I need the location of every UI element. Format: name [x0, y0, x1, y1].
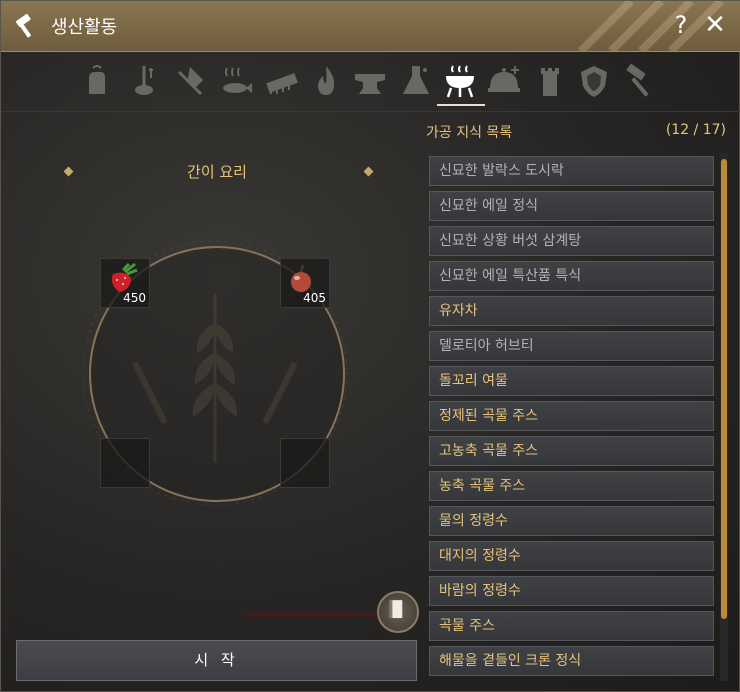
alchemy-tower-tab[interactable]: [531, 62, 569, 100]
list-item[interactable]: 델로티아 허브티: [429, 331, 714, 361]
list-item[interactable]: 신묘한 에일 정식: [429, 191, 714, 221]
material-slot-3[interactable]: [100, 438, 150, 488]
list-item[interactable]: 대지의 정령수: [429, 541, 714, 571]
recipe-panel: 간이 요리 450 405 시 작: [15, 113, 419, 683]
active-tab-indicator: [437, 104, 485, 106]
steam-fish-icon: [223, 67, 252, 93]
material-slot-2[interactable]: 405: [280, 258, 330, 308]
quantity-slider[interactable]: [243, 611, 383, 617]
simple-cooking-tab[interactable]: [441, 62, 479, 100]
list-item[interactable]: 정제된 곡물 주스: [429, 401, 714, 431]
hammer-icon: [626, 63, 649, 97]
glove-icon: [89, 65, 105, 94]
brush-icon: [266, 73, 298, 94]
strawberry-icon: [111, 262, 138, 292]
material-count-2: 405: [303, 291, 326, 305]
tower-icon: [541, 68, 559, 96]
guild-tab[interactable]: [575, 62, 613, 100]
category-tabs: [1, 56, 740, 108]
list-item[interactable]: 신묘한 발락스 도시락: [429, 156, 714, 186]
gathering-tab[interactable]: [77, 62, 115, 100]
fishing-rod-icon: [135, 66, 153, 95]
list-item[interactable]: 곡물 주스: [429, 611, 714, 641]
list-item[interactable]: 돌꼬리 여물: [429, 366, 714, 396]
book-icon: [389, 600, 403, 619]
recipe-title: 간이 요리: [187, 163, 247, 181]
list-item[interactable]: 농축 곡물 주스: [429, 471, 714, 501]
material-slot-1[interactable]: 450: [100, 258, 150, 308]
knowledge-list: 신묘한 발락스 도시락 신묘한 에일 정식 신묘한 상황 버섯 삼계탕 신묘한 …: [426, 153, 718, 681]
window-title: 생산활동: [51, 17, 118, 38]
knowledge-list-title: 가공 지식 목록: [426, 125, 513, 141]
flask-icon: [403, 66, 429, 94]
alchemy-tab[interactable]: [397, 62, 435, 100]
fishing-tab[interactable]: [125, 62, 163, 100]
training-tab[interactable]: [263, 62, 301, 100]
cooking-dish-tab[interactable]: [485, 62, 523, 100]
list-item[interactable]: 해물을 곁들인 크론 정식: [429, 646, 714, 676]
list-item[interactable]: 신묘한 에일 특산품 특식: [429, 261, 714, 291]
divider: [1, 111, 740, 112]
title-bar[interactable]: 생산활동 ? ✕: [1, 1, 740, 52]
fire-icon: [318, 66, 335, 95]
grill-icon: [446, 65, 474, 98]
material-slot-4[interactable]: [280, 438, 330, 488]
repair-tab[interactable]: [621, 62, 659, 100]
start-button[interactable]: 시 작: [16, 640, 417, 681]
anvil-icon: [355, 74, 385, 94]
processing-tab[interactable]: [351, 62, 389, 100]
close-button[interactable]: ✕: [701, 11, 729, 39]
cloche-icon: [488, 66, 520, 92]
recipe-book-button[interactable]: [377, 591, 419, 633]
alchemy-fire-tab[interactable]: [307, 62, 345, 100]
list-item[interactable]: 바람의 정령수: [429, 576, 714, 606]
shield-crest-icon: [581, 66, 607, 97]
processing-window: 생산활동 ? ✕ 간이 요리 450 405 시 작 가공 지식 목록 (12 …: [0, 0, 740, 692]
cooking-tab[interactable]: [217, 62, 255, 100]
list-item[interactable]: 고농축 곡물 주스: [429, 436, 714, 466]
list-item[interactable]: 유자차: [429, 296, 714, 326]
knowledge-list-header: 가공 지식 목록 (12 / 17): [426, 122, 726, 142]
hunting-tab[interactable]: [171, 62, 209, 100]
apple-icon: [291, 264, 311, 292]
axe-icon: [177, 66, 204, 96]
hammer-icon: [15, 13, 32, 38]
list-item[interactable]: 물의 정령수: [429, 506, 714, 536]
help-button[interactable]: ?: [669, 11, 693, 39]
list-item[interactable]: 신묘한 상황 버섯 삼계탕: [429, 226, 714, 256]
knowledge-count: (12 / 17): [665, 122, 726, 138]
material-count-1: 450: [123, 291, 146, 305]
list-scrollbar-thumb[interactable]: [721, 159, 727, 619]
